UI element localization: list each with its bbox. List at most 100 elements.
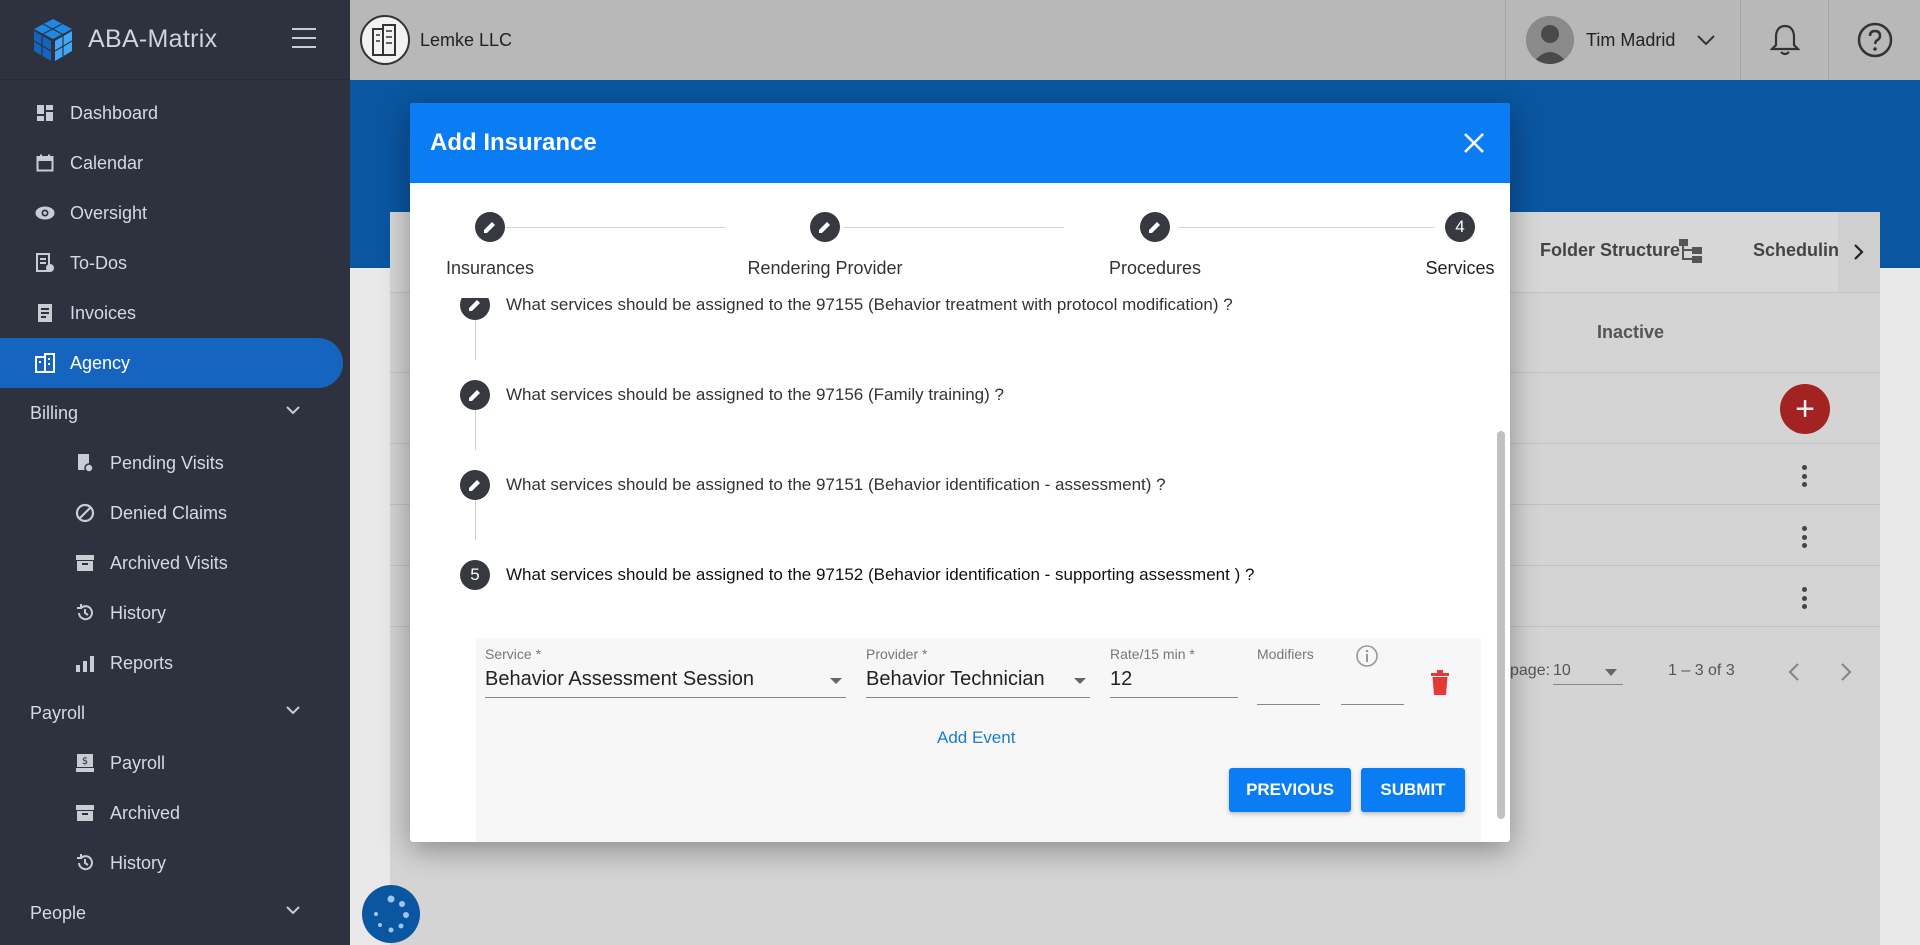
row-menu-kebab-icon[interactable]	[1801, 465, 1807, 487]
row-menu-kebab-icon[interactable]	[1801, 587, 1807, 609]
modifier-input-2[interactable]	[1341, 676, 1404, 705]
edit-pencil-icon	[810, 212, 840, 242]
row-menu-kebab-icon[interactable]	[1801, 526, 1807, 548]
step-number: 4	[1445, 212, 1475, 242]
company-logo-icon	[360, 15, 410, 65]
tab-folder-structure[interactable]: Folder Structure	[1540, 240, 1680, 261]
field-value: 12	[1110, 668, 1238, 698]
dropdown-arrow-icon	[1605, 669, 1617, 676]
chevron-down-icon	[286, 706, 300, 715]
hamburger-menu-icon[interactable]	[292, 28, 316, 48]
todo-list-icon	[34, 252, 56, 274]
modifiers-group: Modifiers	[1257, 646, 1407, 662]
sidebar-section-payroll[interactable]: Payroll	[0, 688, 350, 738]
sidebar-item-label: History	[110, 602, 167, 623]
sidebar-item-label: People	[30, 902, 87, 923]
sidebar-item-payroll-history[interactable]: History	[0, 838, 350, 888]
field-label: Service *	[485, 646, 542, 662]
sidebar-item-payroll[interactable]: $ Payroll	[0, 738, 350, 788]
step-insurances[interactable]: Insurances	[440, 212, 540, 279]
block-icon	[74, 502, 96, 524]
modifier-input-1[interactable]	[1257, 676, 1320, 705]
field-label: Modifiers	[1257, 646, 1314, 662]
sidebar-item-agency[interactable]: Agency	[0, 338, 343, 388]
chevron-right-icon	[1854, 244, 1864, 260]
close-icon[interactable]	[1458, 127, 1490, 159]
archive-icon	[74, 802, 96, 824]
step-services[interactable]: 4 Services	[1410, 212, 1510, 279]
info-icon[interactable]	[1355, 644, 1379, 668]
question-97155[interactable]: What services should be assigned to the …	[460, 298, 1233, 320]
question-97156[interactable]: What services should be assigned to the …	[460, 380, 1004, 410]
sidebar-item-reports[interactable]: Reports	[0, 638, 350, 688]
help-widget-button[interactable]	[362, 885, 420, 943]
sidebar-item-label: Payroll	[110, 752, 166, 773]
sidebar-item-label: To-Dos	[70, 252, 128, 273]
rate-input[interactable]: Rate/15 min * 12	[1110, 646, 1238, 698]
provider-value: Behavior Technician	[866, 668, 1045, 690]
notifications-button[interactable]	[1740, 0, 1828, 80]
sidebar-item-pending-visits[interactable]: Pending Visits	[0, 438, 350, 488]
previous-page-icon[interactable]	[1788, 662, 1800, 682]
sidebar-section-people[interactable]: People	[0, 888, 350, 938]
field-label: Rate/15 min *	[1110, 646, 1195, 662]
add-event-link[interactable]: Add Event	[937, 728, 1015, 748]
dialog-scrollbar[interactable]	[1497, 431, 1505, 819]
edit-pencil-icon	[1140, 212, 1170, 242]
service-value: Behavior Assessment Session	[485, 668, 755, 690]
invoice-icon	[34, 302, 56, 324]
question-97152: 5 What services should be assigned to th…	[460, 560, 1254, 590]
question-text: What services should be assigned to the …	[506, 475, 1166, 494]
pending-document-icon	[74, 452, 96, 474]
sidebar-item-invoices[interactable]: Invoices	[0, 288, 350, 338]
question-text: What services should be assigned to the …	[506, 298, 1233, 314]
dropdown-arrow-icon	[830, 678, 842, 684]
folder-tree-icon	[1679, 239, 1702, 263]
sidebar-item-label: Reports	[110, 652, 174, 673]
history-icon	[74, 852, 96, 874]
help-button[interactable]	[1828, 0, 1920, 80]
tabs-scroll-right-button[interactable]	[1838, 212, 1880, 292]
question-97151[interactable]: What services should be assigned to the …	[460, 470, 1166, 500]
sidebar-item-oversight[interactable]: Oversight	[0, 188, 350, 238]
chevron-down-icon	[286, 406, 300, 415]
sidebar-item-label: Archived Visits	[110, 552, 228, 573]
bell-icon	[1769, 24, 1800, 56]
tab-scheduling[interactable]: Scheduling	[1753, 240, 1850, 261]
sidebar-item-calendar[interactable]: Calendar	[0, 138, 350, 188]
help-icon	[1857, 22, 1892, 58]
next-page-icon[interactable]	[1840, 662, 1852, 682]
chevron-down-icon	[286, 906, 300, 915]
eye-icon	[34, 202, 56, 224]
step-label: Rendering Provider	[747, 258, 903, 278]
plus-icon: +	[1795, 389, 1815, 428]
payroll-icon: $	[74, 752, 96, 774]
sidebar-item-label: Archived	[110, 802, 181, 823]
add-button[interactable]: +	[1780, 384, 1830, 434]
cube-logo-icon	[33, 18, 73, 61]
spinner-dots-icon	[374, 895, 409, 933]
calendar-icon	[34, 152, 56, 174]
previous-button[interactable]: PREVIOUS	[1229, 768, 1351, 812]
sidebar-item-label: Dashboard	[70, 102, 159, 123]
submit-button[interactable]: SUBMIT	[1361, 768, 1465, 812]
step-procedures[interactable]: Procedures	[1090, 212, 1220, 279]
sidebar-item-archived[interactable]: Archived	[0, 788, 350, 838]
step-rendering-provider[interactable]: Rendering Provider	[735, 212, 915, 279]
bar-chart-icon	[74, 652, 96, 674]
sidebar-item-todos[interactable]: To-Dos	[0, 238, 350, 288]
sidebar-item-denied-claims[interactable]: Denied Claims	[0, 488, 350, 538]
sidebar-item-billing-history[interactable]: History	[0, 588, 350, 638]
question-connector	[475, 500, 476, 540]
sidebar-nav: Dashboard Calendar Oversight To-Dos Invo…	[0, 80, 350, 938]
sidebar-item-dashboard[interactable]: Dashboard	[0, 88, 350, 138]
sidebar-item-archived-visits[interactable]: Archived Visits	[0, 538, 350, 588]
service-select[interactable]: Service * Behavior Assessment Session	[485, 646, 846, 698]
edit-pencil-icon	[460, 298, 490, 320]
sidebar-item-label: Agency	[70, 352, 131, 373]
user-menu[interactable]: Tim Madrid	[1505, 0, 1740, 80]
provider-select[interactable]: Provider * Behavior Technician	[866, 646, 1090, 698]
sidebar-section-billing[interactable]: Billing	[0, 388, 350, 438]
trash-icon[interactable]	[1429, 670, 1451, 696]
company-switcher[interactable]: Lemke LLC	[360, 15, 512, 65]
